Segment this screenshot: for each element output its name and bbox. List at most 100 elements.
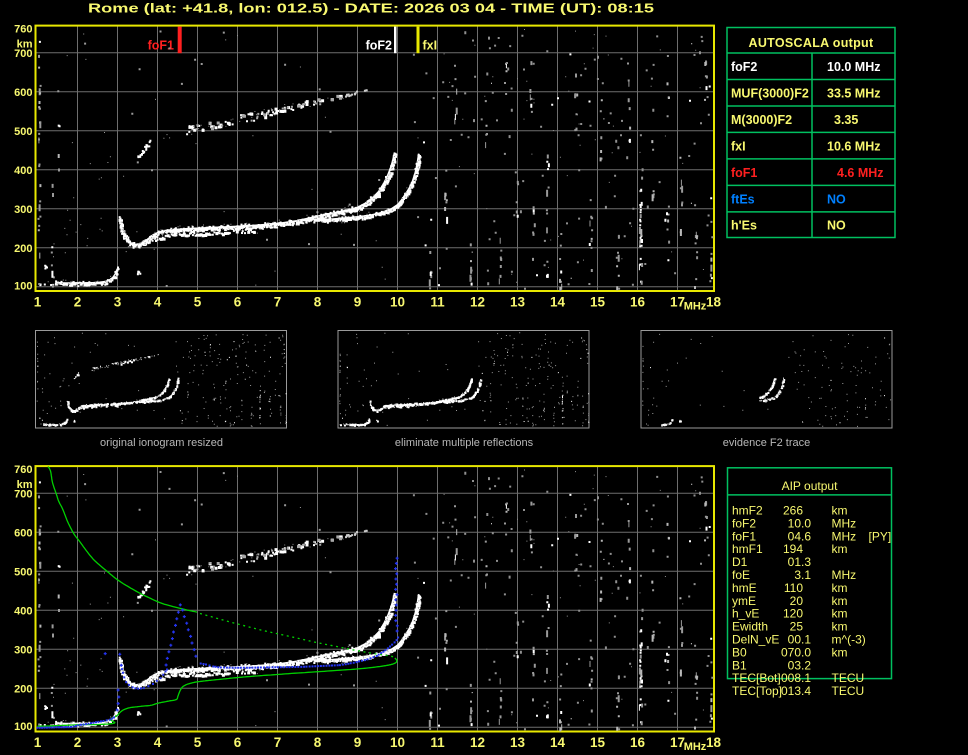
svg-text:eliminate multiple reflections: eliminate multiple reflections <box>395 437 534 449</box>
svg-text:4: 4 <box>154 294 162 309</box>
svg-text:km: km <box>832 504 848 518</box>
svg-text:9: 9 <box>354 735 362 750</box>
svg-text:500: 500 <box>14 126 32 138</box>
svg-text:km: km <box>832 542 848 556</box>
svg-text:km: km <box>832 594 848 608</box>
svg-text:3.1: 3.1 <box>794 568 811 582</box>
svg-text:4: 4 <box>154 735 162 750</box>
svg-text:4.6 MHz: 4.6 MHz <box>837 166 884 180</box>
svg-text:foF2: foF2 <box>366 39 392 53</box>
svg-text:MHz: MHz <box>832 529 857 543</box>
svg-text:km: km <box>832 607 848 621</box>
svg-text:16: 16 <box>630 735 646 750</box>
svg-text:foE: foE <box>732 568 750 582</box>
svg-text:200: 200 <box>14 684 32 696</box>
svg-text:12: 12 <box>470 735 485 750</box>
svg-text:km: km <box>832 581 848 595</box>
svg-text:16: 16 <box>630 294 646 309</box>
svg-text:300: 300 <box>14 204 32 216</box>
svg-text:20: 20 <box>790 594 804 608</box>
svg-text:hmE: hmE <box>732 581 757 595</box>
svg-text:194: 194 <box>783 542 803 556</box>
svg-text:MHz: MHz <box>684 301 707 313</box>
svg-text:B0: B0 <box>732 645 747 659</box>
svg-text:MHz: MHz <box>684 741 707 753</box>
svg-text:7: 7 <box>274 735 282 750</box>
svg-text:04.6: 04.6 <box>788 529 812 543</box>
svg-text:3: 3 <box>114 294 122 309</box>
svg-text:9: 9 <box>354 294 362 309</box>
svg-text:B1: B1 <box>732 658 747 672</box>
svg-text:TEC[Top]: TEC[Top] <box>732 684 782 698</box>
svg-text:18: 18 <box>706 735 722 750</box>
svg-text:008.1: 008.1 <box>781 671 811 685</box>
svg-text:5: 5 <box>194 735 202 750</box>
svg-text:10.0 MHz: 10.0 MHz <box>827 60 881 74</box>
svg-text:foF2: foF2 <box>732 516 756 530</box>
svg-text:25: 25 <box>790 620 804 634</box>
svg-text:6: 6 <box>234 294 242 309</box>
svg-text:Rome (lat: +41.8, lon: 012.5): Rome (lat: +41.8, lon: 012.5) - DATE: 20… <box>88 1 654 16</box>
svg-text:DelN_vE: DelN_vE <box>732 633 779 647</box>
svg-text:evidence F2 trace: evidence F2 trace <box>723 437 810 449</box>
svg-text:foF1: foF1 <box>732 529 756 543</box>
svg-text:1: 1 <box>34 294 42 309</box>
svg-text:NO: NO <box>827 192 846 206</box>
svg-text:110: 110 <box>784 581 803 595</box>
svg-text:MHz: MHz <box>832 516 857 530</box>
svg-text:fxI: fxI <box>731 139 746 153</box>
svg-text:m^(-3): m^(-3) <box>832 633 866 647</box>
svg-text:hmF2: hmF2 <box>732 504 763 518</box>
svg-text:8: 8 <box>314 294 322 309</box>
svg-text:AUTOSCALA output: AUTOSCALA output <box>749 36 874 50</box>
svg-text:TECU: TECU <box>832 684 865 698</box>
svg-text:700: 700 <box>14 48 32 60</box>
svg-text:200: 200 <box>14 243 32 255</box>
svg-text:TEC[Bot]: TEC[Bot] <box>732 671 781 685</box>
svg-text:700: 700 <box>14 489 32 501</box>
svg-text:13: 13 <box>510 294 526 309</box>
svg-text:013.4: 013.4 <box>781 684 811 698</box>
svg-text:600: 600 <box>14 528 32 540</box>
svg-text:2: 2 <box>74 735 82 750</box>
svg-text:070.0: 070.0 <box>781 645 811 659</box>
svg-text:1: 1 <box>34 735 42 750</box>
svg-text:15: 15 <box>590 294 606 309</box>
svg-text:h'Es: h'Es <box>731 219 757 233</box>
svg-text:NO: NO <box>827 219 846 233</box>
svg-text:10.6 MHz: 10.6 MHz <box>827 139 881 153</box>
svg-text:400: 400 <box>14 606 32 618</box>
svg-text:100: 100 <box>14 280 32 292</box>
svg-text:AIP output: AIP output <box>782 479 838 493</box>
svg-text:2: 2 <box>74 294 82 309</box>
svg-text:MHz: MHz <box>832 568 857 582</box>
svg-text:100: 100 <box>14 721 32 733</box>
svg-text:foF1: foF1 <box>148 39 174 53</box>
svg-text:760: 760 <box>14 24 32 36</box>
svg-text:00.1: 00.1 <box>788 633 812 647</box>
svg-text:foF2: foF2 <box>731 60 757 74</box>
svg-text:500: 500 <box>14 567 32 579</box>
svg-text:h_vE: h_vE <box>732 607 759 621</box>
svg-text:10: 10 <box>390 735 405 750</box>
svg-text:03.2: 03.2 <box>788 658 812 672</box>
svg-text:fxI: fxI <box>423 39 438 53</box>
svg-text:14: 14 <box>550 294 566 309</box>
svg-text:ymE: ymE <box>732 594 756 608</box>
svg-text:11: 11 <box>430 735 445 750</box>
svg-text:original ionogram resized: original ionogram resized <box>100 437 223 449</box>
svg-text:760: 760 <box>14 464 32 476</box>
svg-text:8: 8 <box>314 735 322 750</box>
svg-text:M(3000)F2: M(3000)F2 <box>731 113 792 127</box>
svg-text:[PY]: [PY] <box>869 529 892 543</box>
svg-text:TECU: TECU <box>832 671 865 685</box>
svg-text:Ewidth: Ewidth <box>732 620 768 634</box>
svg-text:15: 15 <box>590 735 606 750</box>
svg-text:12: 12 <box>470 294 485 309</box>
svg-text:3.35: 3.35 <box>834 113 858 127</box>
svg-text:400: 400 <box>14 165 32 177</box>
svg-text:18: 18 <box>706 294 722 309</box>
svg-text:6: 6 <box>234 735 242 750</box>
svg-text:13: 13 <box>510 735 526 750</box>
svg-text:266: 266 <box>783 504 803 518</box>
